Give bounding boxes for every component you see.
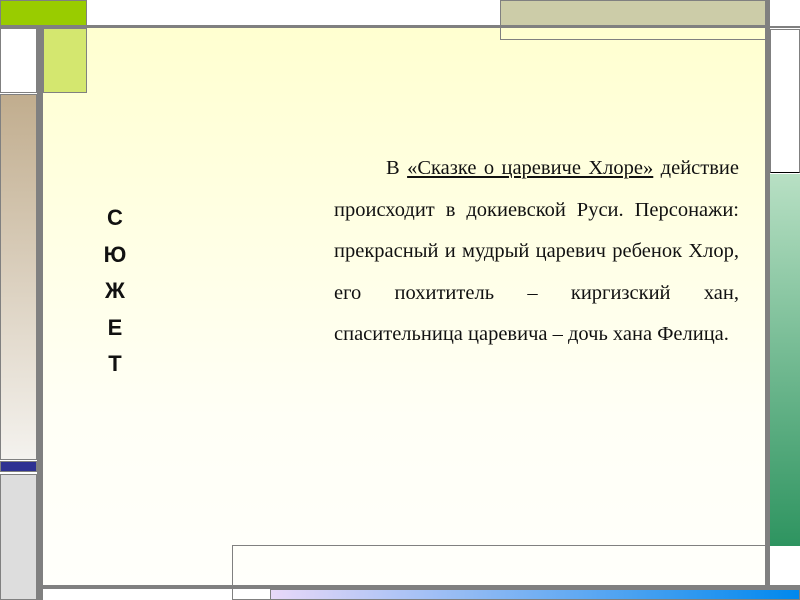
right-white-top (770, 0, 800, 26)
top-outline-rect (500, 26, 766, 40)
title-letter: Ж (105, 278, 125, 303)
title-letter: Е (107, 314, 123, 340)
bottom-gradient-bar (270, 589, 800, 600)
body-rest: действие происходит в докиевской Руси. П… (334, 157, 739, 345)
right-green-block (770, 174, 800, 546)
top-green-block (0, 0, 87, 26)
top-khaki-block (500, 0, 766, 26)
left-frame-line (37, 26, 43, 600)
slide-title-vertical: С Ю Ж Е Т (80, 200, 150, 383)
left-light-green-block (43, 28, 87, 93)
slide-body-text: В «Сказке о царевиче Хлоре» действие про… (334, 148, 739, 356)
title-letter: Ю (103, 241, 127, 267)
title-letter: С (107, 205, 123, 230)
left-brown-block (0, 94, 37, 460)
title-letter: Т (108, 351, 122, 376)
work-title-link[interactable]: «Сказке о царевиче Хлоре» (407, 157, 653, 179)
right-white-block (770, 29, 800, 173)
left-blue-band (0, 461, 37, 472)
top-frame-line (0, 25, 800, 28)
body-lead: В (386, 157, 408, 179)
left-white-block (0, 28, 37, 93)
left-grey-block (0, 474, 37, 600)
